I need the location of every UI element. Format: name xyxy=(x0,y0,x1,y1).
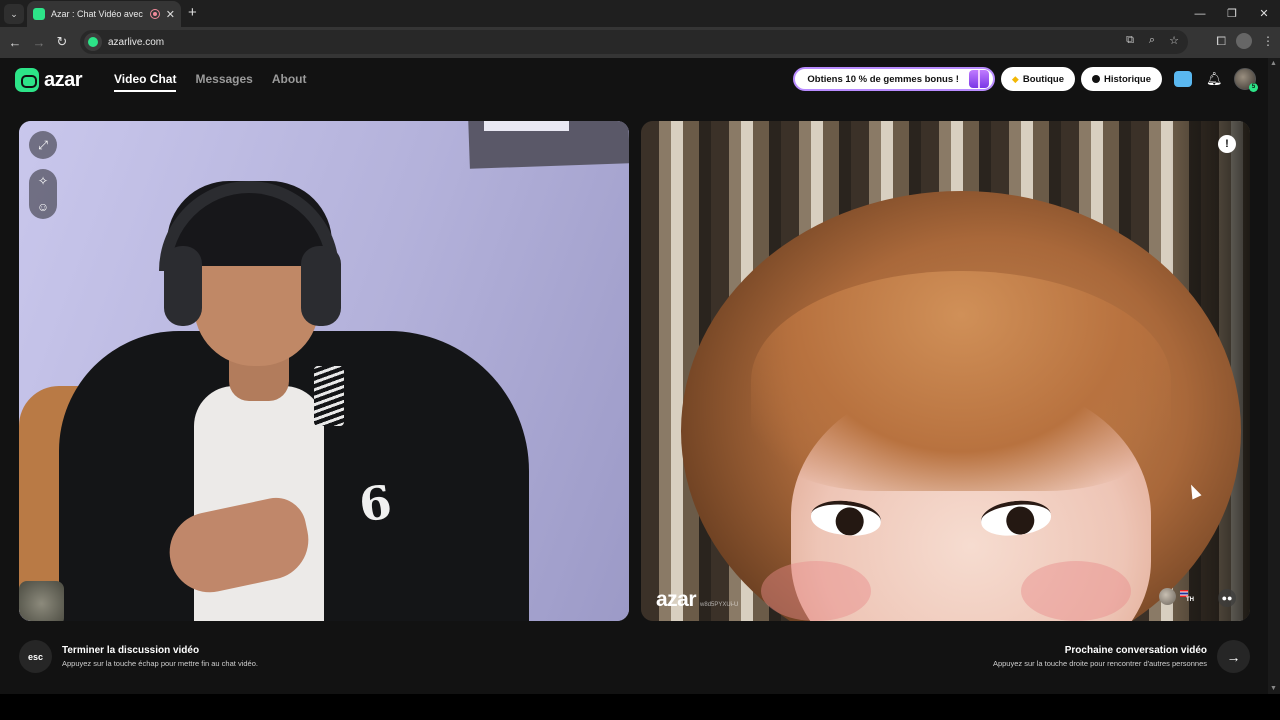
expand-icon[interactable]: ⤢ xyxy=(29,131,57,159)
bell-icon[interactable]: 🔔︎ xyxy=(1206,72,1223,86)
azar-watermark: azar w8d5PYXUi-U xyxy=(656,588,738,612)
self-video: 6 ⤢ ✧ ☺ xyxy=(19,121,629,621)
nav-about[interactable]: About xyxy=(272,72,307,92)
partner-country: TH xyxy=(1180,590,1194,603)
gem-icon: ◆ xyxy=(1011,73,1019,84)
install-app-icon[interactable]: ⧉ xyxy=(1124,34,1136,47)
browser-tab[interactable]: Azar : Chat Vidéo avec de n ✕ xyxy=(27,1,181,27)
nav-messages[interactable]: Messages xyxy=(195,72,252,92)
maximize-button[interactable]: ❐ xyxy=(1216,0,1248,27)
self-video-controls: ⤢ ✧ ☺ xyxy=(29,131,57,219)
scroll-down-icon[interactable]: ▼ xyxy=(1270,685,1277,692)
page-scrollbar[interactable]: ▲ ▼ xyxy=(1268,58,1280,694)
user-avatar[interactable]: 5 xyxy=(1234,68,1258,92)
address-bar[interactable]: azarlive.com ⧉ ⌕ ☆ xyxy=(80,30,1188,54)
esc-button[interactable]: esc xyxy=(19,640,52,673)
next-chat-text: Prochaine conversation vidéo Appuyez sur… xyxy=(993,645,1207,668)
partner-info[interactable]: TH xyxy=(1159,588,1194,605)
main-nav: Video Chat Messages About xyxy=(114,72,307,92)
forward-button[interactable]: → xyxy=(30,33,48,51)
tab-title: Azar : Chat Vidéo avec de n xyxy=(51,9,144,19)
end-chat-text: Terminer la discussion vidéo Appuyez sur… xyxy=(62,645,258,668)
chat-bubble-icon[interactable] xyxy=(1174,71,1192,87)
promo-label: Obtiens 10 % de gemmes bonus ! xyxy=(807,73,959,85)
next-chat-action[interactable]: Prochaine conversation vidéo Appuyez sur… xyxy=(993,640,1250,673)
end-chat-title: Terminer la discussion vidéo xyxy=(62,645,200,656)
headphones-earcup-right xyxy=(301,246,341,326)
cheek-left xyxy=(761,561,871,621)
scroll-up-icon[interactable]: ▲ xyxy=(1270,60,1277,67)
partner-bangs xyxy=(751,271,1171,491)
face-filter-icon[interactable]: ☺ xyxy=(37,201,49,213)
header-actions: Obtiens 10 % de gemmes bonus ! ◆ Boutiqu… xyxy=(793,67,1258,92)
next-chat-title: Prochaine conversation vidéo xyxy=(1064,645,1207,656)
window-controls: — ❐ ✕ xyxy=(1184,0,1280,27)
next-arrow-button[interactable]: → xyxy=(1217,640,1250,673)
tab-search-button[interactable]: ⌄ xyxy=(4,4,24,24)
toolbar-right: ⧠ ⋮ xyxy=(1216,33,1274,49)
next-chat-subtitle: Appuyez sur la touche droite pour rencon… xyxy=(992,659,1207,668)
bottom-strip xyxy=(0,694,1280,720)
end-chat-action[interactable]: esc Terminer la discussion vidéo Appuyez… xyxy=(19,640,258,673)
profile-avatar[interactable] xyxy=(1236,33,1252,49)
zoom-icon[interactable]: ⌕ xyxy=(1146,34,1158,47)
country-code: TH xyxy=(1186,597,1194,603)
browser-tabbar: ⌄ Azar : Chat Vidéo avec de n ✕ + — ❐ ✕ xyxy=(0,0,1280,27)
cheek-right xyxy=(1021,561,1131,621)
effects-controls: ✧ ☺ xyxy=(29,169,57,219)
azar-logo[interactable]: azar xyxy=(15,68,83,92)
shop-label: Boutique xyxy=(1022,73,1065,85)
partner-avatar xyxy=(1159,588,1176,605)
jacket-number: 6 xyxy=(355,474,395,533)
omnibox-actions: ⧉ ⌕ ☆ xyxy=(1124,34,1180,47)
browser-menu-icon[interactable]: ⋮ xyxy=(1262,34,1274,48)
extensions-icon[interactable]: ⧠ xyxy=(1216,34,1226,49)
gift-icon xyxy=(968,70,989,88)
report-icon[interactable]: ! xyxy=(1218,135,1236,153)
tab-close-icon[interactable]: ✕ xyxy=(166,8,175,21)
logo-text: azar xyxy=(44,68,83,91)
shop-button[interactable]: ◆ Boutique xyxy=(1000,67,1076,91)
watermark-logo: azar xyxy=(656,588,697,611)
message-icon[interactable]: ●● xyxy=(1218,589,1236,607)
azar-page: azar Video Chat Messages About Obtiens 1… xyxy=(0,58,1268,694)
site-info-icon[interactable] xyxy=(84,33,102,51)
recording-icon xyxy=(149,9,160,19)
thailand-flag-icon xyxy=(1180,590,1188,597)
gem-bonus-promo-button[interactable]: Obtiens 10 % de gemmes bonus ! xyxy=(793,67,995,91)
close-window-button[interactable]: ✕ xyxy=(1248,0,1280,27)
history-button[interactable]: Historique xyxy=(1081,67,1162,91)
partner-user-id: w8d5PYXUi-U xyxy=(700,602,739,608)
corner-object xyxy=(19,581,64,621)
jacket-print xyxy=(314,366,344,426)
bookmark-star-icon[interactable]: ☆ xyxy=(1168,34,1180,47)
end-chat-subtitle: Appuyez sur la touche échap pour mettre … xyxy=(62,659,258,668)
avatar-badge: 5 xyxy=(1249,83,1258,92)
azar-logo-icon xyxy=(15,68,39,92)
reload-button[interactable]: ↻ xyxy=(53,33,71,51)
headphones-earcup-left xyxy=(164,246,202,326)
back-button[interactable]: ← xyxy=(6,33,24,51)
browser-toolbar: ← → ↻ azarlive.com ⧉ ⌕ ☆ ⧠ ⋮ xyxy=(0,27,1280,58)
url-text: azarlive.com xyxy=(108,36,165,48)
history-label: Historique xyxy=(1104,73,1151,85)
azar-favicon-icon xyxy=(33,8,45,20)
window-light xyxy=(484,121,569,131)
nav-video-chat[interactable]: Video Chat xyxy=(114,72,177,92)
partner-video: ! azar w8d5PYXUi-U TH ●● xyxy=(641,121,1250,621)
magic-wand-icon[interactable]: ✧ xyxy=(38,175,48,187)
new-tab-button[interactable]: + xyxy=(188,4,197,22)
minimize-button[interactable]: — xyxy=(1184,0,1216,27)
clock-icon xyxy=(1092,75,1101,83)
